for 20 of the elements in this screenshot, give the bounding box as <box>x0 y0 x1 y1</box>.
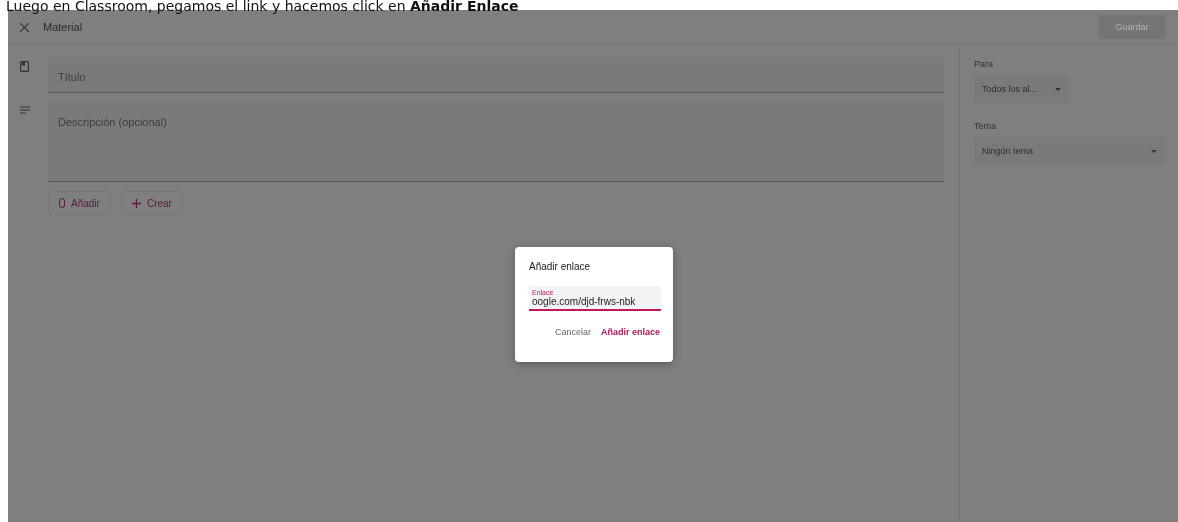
caret-icon <box>1055 87 1061 91</box>
dialog-button[interactable]: Añadir enlace <box>597 325 663 339</box>
dialog-title: Añadir enlace <box>529 261 592 272</box>
action-button[interactable]: Añadir <box>48 191 111 215</box>
field-label: Tema <box>974 121 997 131</box>
dialog-button[interactable]: Cancelar <box>551 325 594 339</box>
caption-text: Luego en Classroom, pegamos el link y hacemos click en Añadir Enlace <box>6 0 519 12</box>
plus-icon <box>131 198 141 208</box>
dropdown[interactable]: Todos los al... <box>974 75 1069 103</box>
title-field[interactable]: Título <box>48 57 944 93</box>
action-button[interactable]: Crear <box>120 191 183 215</box>
caret-icon <box>1151 149 1157 153</box>
field-label: Para <box>974 59 994 69</box>
text-lines-icon <box>20 106 30 114</box>
bookmark-icon <box>20 61 29 72</box>
page-title: Material <box>43 21 84 33</box>
close-icon[interactable] <box>20 22 29 32</box>
field-value: oogle.com/djd-frws-nbk <box>532 296 637 307</box>
description-field[interactable]: Descripción (opcional) <box>48 102 944 182</box>
dropdown[interactable]: Ningún tema <box>974 137 1165 165</box>
